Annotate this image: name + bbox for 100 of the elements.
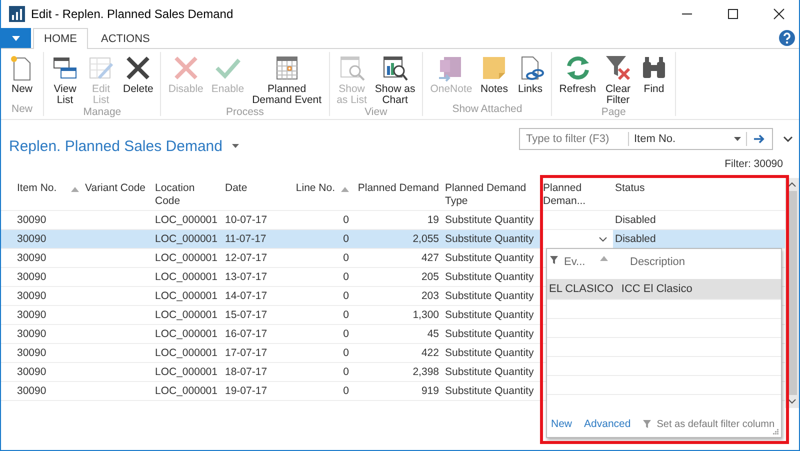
table-cell: Substitute Quantity	[445, 271, 534, 283]
table-cell: Substitute Quantity	[445, 366, 534, 378]
scroll-up-icon[interactable]	[788, 182, 796, 187]
ribbon-tab[interactable]: HOME	[33, 28, 88, 49]
table-cell: 30090	[17, 366, 46, 378]
ribbon-button[interactable]: Links	[513, 54, 548, 103]
table-cell: 14-07-17	[225, 290, 268, 302]
dropdown-caret-icon[interactable]	[599, 236, 607, 242]
cross-icon	[172, 54, 200, 82]
table-cell: 18-07-17	[225, 366, 268, 378]
ribbon-button[interactable]: New	[5, 54, 39, 103]
table-cell: LOC_000001	[155, 214, 218, 226]
table-cell: LOC_000001	[155, 233, 218, 245]
table-cell: LOC_000001	[155, 328, 218, 340]
filter-text: Filter: 30090	[724, 158, 784, 170]
ribbon-button[interactable]: Show as Chart	[372, 54, 418, 106]
column-header[interactable]: Planned Demand Type	[445, 182, 537, 208]
table-cell: 0	[343, 271, 349, 283]
ribbon-tab[interactable]: ACTIONS	[90, 28, 161, 48]
app-menu-button[interactable]	[1, 28, 31, 48]
column-header[interactable]: Variant Code	[85, 182, 146, 195]
column-header[interactable]: Planned Deman...	[543, 182, 609, 208]
table-cell: 0	[343, 214, 349, 226]
arrow-right-icon[interactable]	[754, 134, 765, 144]
chart-magnifier-icon	[381, 54, 410, 82]
table-cell: LOC_000001	[155, 347, 218, 359]
scroll-down-icon[interactable]	[788, 399, 796, 404]
table-cell: 422	[421, 347, 439, 359]
table-cell: 0	[343, 366, 349, 378]
table-cell: Substitute Quantity	[445, 385, 534, 397]
ribbon-button[interactable]: Planned Demand Event	[249, 54, 325, 106]
chevron-down-icon[interactable]	[783, 136, 793, 142]
ribbon-button[interactable]: Refresh	[556, 54, 599, 106]
caret-icon	[12, 36, 20, 40]
app-icon	[9, 6, 25, 22]
table-cell: LOC_000001	[155, 290, 218, 302]
table-cell: Substitute Quantity	[445, 233, 534, 245]
table-cell: 30090	[17, 214, 46, 226]
table-row[interactable]: 30090 LOC_000001 11-07-17 0 2,055 Substitute Quantity Disabled	[1, 230, 785, 249]
table-cell: Disabled	[615, 214, 656, 226]
column-header[interactable]: Planned Demand	[358, 182, 439, 195]
list-magnifier-icon	[338, 54, 366, 82]
table-cell: 427	[421, 252, 439, 264]
default-filter-link[interactable]: Set as default filter column	[656, 418, 775, 430]
table-cell: 45	[427, 328, 439, 340]
column-header[interactable]: Description	[630, 256, 686, 268]
table-cell: 19-07-17	[225, 385, 268, 397]
caret-icon[interactable]	[232, 144, 240, 148]
table-cell: 1,300	[412, 309, 439, 321]
footer-link[interactable]: New	[551, 418, 572, 430]
resize-grip-icon[interactable]	[773, 429, 779, 435]
footer-link[interactable]: Advanced	[584, 418, 631, 430]
table-cell: 15-07-17	[225, 309, 268, 321]
clear-filter-icon	[604, 54, 632, 82]
close-icon[interactable]	[773, 8, 785, 20]
column-header[interactable]: Date	[225, 182, 248, 195]
help-icon[interactable]	[779, 30, 795, 46]
column-header[interactable]: Status	[615, 182, 645, 195]
table-cell: LOC_000001	[155, 385, 218, 397]
column-header[interactable]: Location Code	[155, 182, 219, 208]
lookup-row[interactable]: EL CLASICO ICC El Clasico	[547, 279, 781, 300]
table-cell: 30090	[17, 252, 46, 264]
table-cell: Substitute Quantity	[445, 290, 534, 302]
table-cell: 19	[427, 214, 439, 226]
group-label: New	[11, 103, 32, 116]
table-cell: Substitute Quantity	[445, 347, 534, 359]
ribbon-button[interactable]: View List	[48, 54, 82, 106]
table-cell: 2,398	[412, 366, 439, 378]
table-cell: 919	[421, 385, 439, 397]
group-label: Process	[226, 106, 264, 119]
table-cell: 0	[343, 385, 349, 397]
group-label: Manage	[83, 106, 122, 119]
ribbon-button[interactable]: Delete	[120, 54, 156, 106]
ribbon-button[interactable]: Clear Filter	[601, 54, 635, 106]
table-cell: 0	[343, 309, 349, 321]
column-header[interactable]: Ev...	[564, 256, 594, 268]
group-label: Show Attached	[452, 103, 522, 116]
maximize-icon[interactable]	[727, 8, 739, 20]
table-cell: 0	[343, 233, 349, 245]
sort-arrow-icon	[600, 256, 608, 261]
table-cell: 0	[343, 328, 349, 340]
table-cell: 0	[343, 290, 349, 302]
table-cell: 30090	[17, 271, 46, 283]
table-cell: 30090	[17, 347, 46, 359]
filter-field-select[interactable]: Item No.	[628, 132, 748, 146]
table-cell: 13-07-17	[225, 271, 268, 283]
ribbon-button[interactable]: Find	[637, 54, 671, 106]
group-label: Page	[601, 106, 626, 119]
table-cell: 2,055	[412, 233, 439, 245]
table-cell: 0	[343, 252, 349, 264]
table-cell: 17-07-17	[225, 347, 268, 359]
table-cell: Substitute Quantity	[445, 328, 534, 340]
table-cell: 30090	[17, 328, 46, 340]
column-header[interactable]: Line No.	[296, 182, 335, 195]
filter-icon[interactable]	[550, 256, 558, 264]
filter-icon[interactable]	[642, 420, 651, 428]
table-cell: Substitute Quantity	[445, 252, 534, 264]
ribbon-button[interactable]: Notes	[477, 54, 512, 103]
column-header[interactable]: Item No.	[17, 182, 57, 195]
table-cell: 30090	[17, 290, 46, 302]
